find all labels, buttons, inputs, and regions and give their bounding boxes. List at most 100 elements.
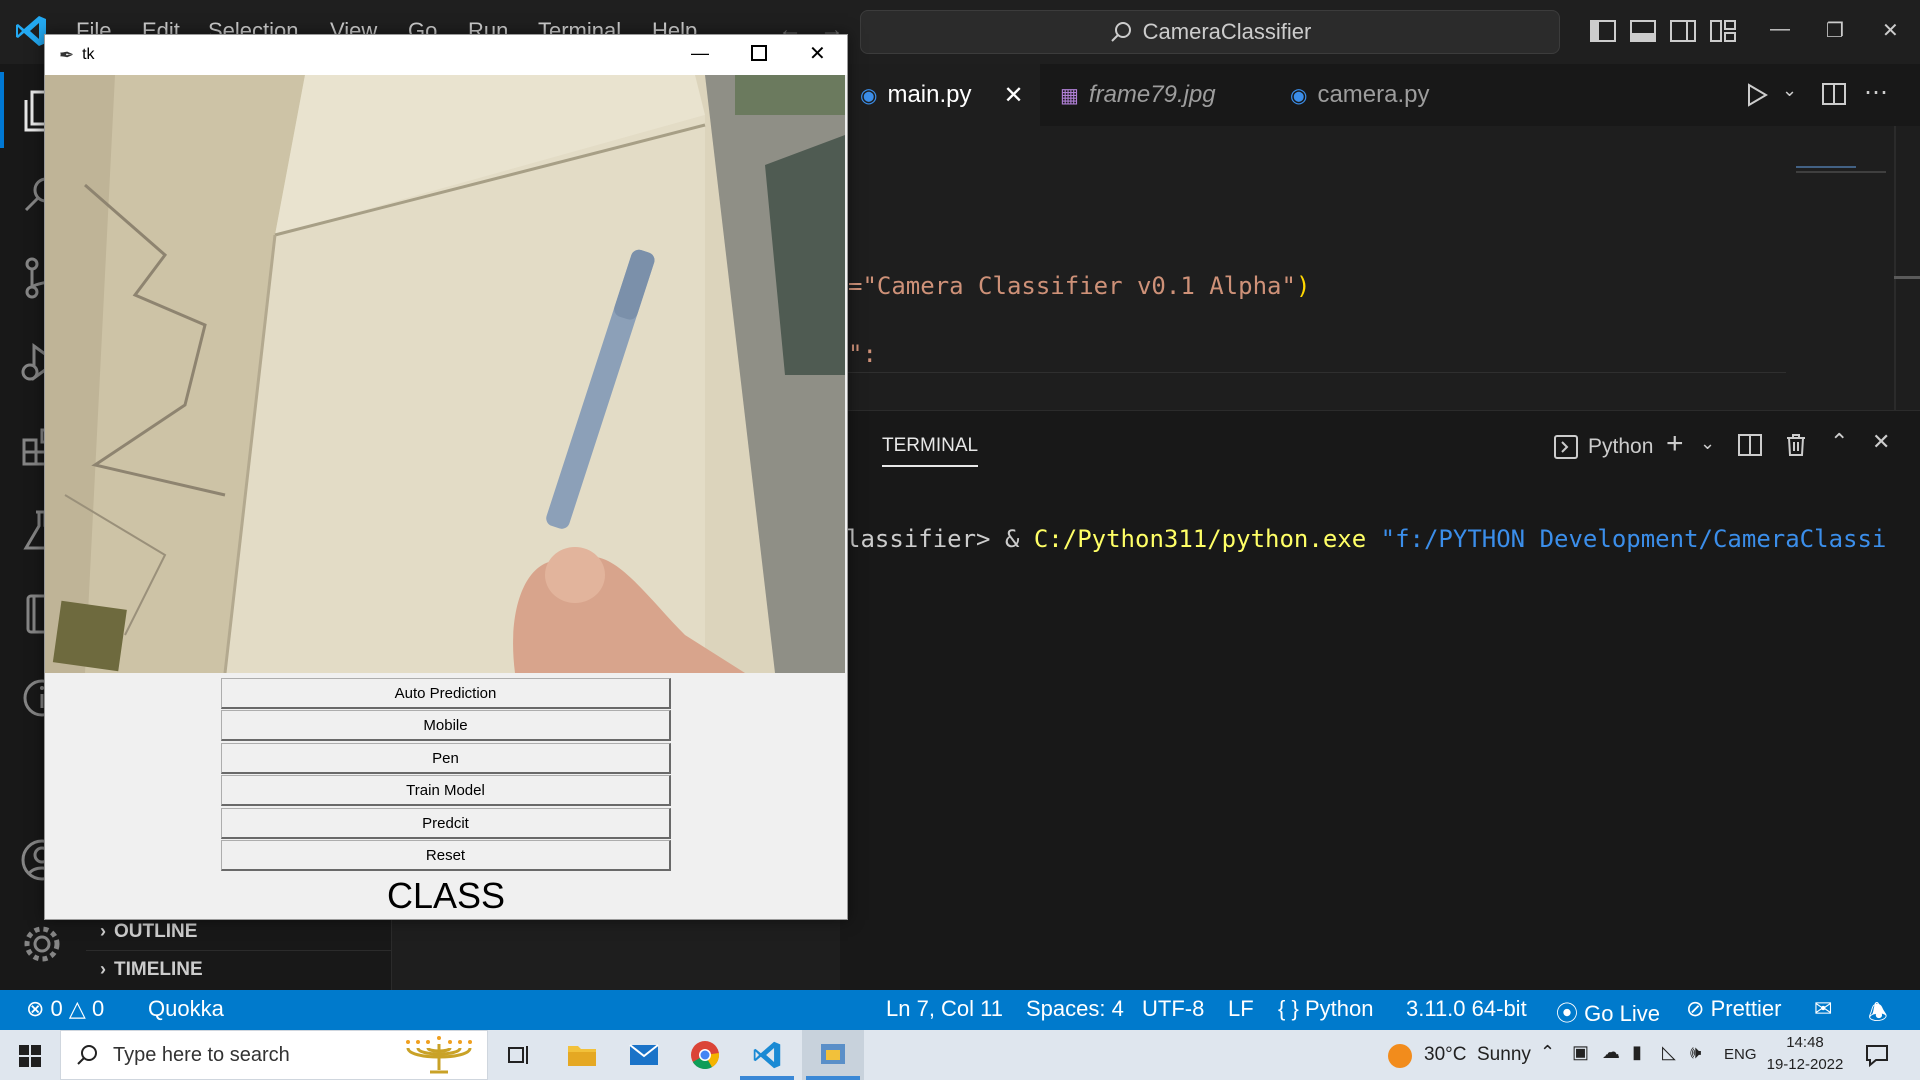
image-icon: ▦ (1060, 84, 1079, 107)
minimize-icon[interactable]: — (1770, 18, 1790, 41)
quokka-status[interactable]: Quokka (148, 996, 224, 1022)
trash-icon[interactable] (1782, 431, 1810, 459)
tab-frame79-jpg[interactable]: ▦ frame79.jpg (1040, 64, 1270, 126)
cursor-position[interactable]: Ln 7, Col 11 (886, 996, 1003, 1022)
toggle-primary-sidebar-icon[interactable] (1588, 16, 1618, 46)
tab-camera-py[interactable]: ◉ camera.py (1270, 64, 1485, 126)
close-window-icon[interactable]: ✕ (1882, 18, 1899, 43)
python-tk-taskbar-button[interactable] (802, 1030, 864, 1080)
tab-label: camera.py (1317, 81, 1430, 108)
maximize-panel-icon[interactable]: ⌃ (1830, 429, 1848, 455)
predict-button[interactable]: Predcit (221, 808, 671, 839)
meet-now-icon[interactable]: ▣ (1572, 1042, 1589, 1063)
wifi-icon[interactable]: ◺ (1662, 1042, 1676, 1063)
scrollbar[interactable] (1894, 126, 1896, 410)
split-editor-icon[interactable] (1820, 80, 1848, 108)
terminal-prompt: lassifier> & (846, 525, 1034, 553)
code-string: ="Camera Classifier v0.1 Alpha" (848, 272, 1296, 300)
minimap[interactable] (1796, 166, 1896, 180)
feedback-icon[interactable]: ✉ (1814, 996, 1832, 1022)
tab-main-py[interactable]: ◉ main.py ✕ (840, 64, 1040, 126)
search-placeholder: Type here to search (113, 1043, 290, 1066)
chevron-down-icon[interactable]: ⌄ (1782, 80, 1797, 101)
language-mode[interactable]: { } Python (1278, 996, 1373, 1022)
notifications-bell-icon[interactable]: 🕭 (1868, 996, 1888, 1034)
class-label: CLASS (386, 875, 506, 916)
tab-label: frame79.jpg (1088, 81, 1216, 108)
tk-minimize-icon[interactable]: — (691, 43, 709, 64)
manage-gear-icon[interactable] (18, 920, 66, 968)
language-label: Python (1304, 996, 1374, 1021)
chrome-icon[interactable] (690, 1040, 720, 1070)
close-panel-icon[interactable]: ✕ (1872, 429, 1890, 455)
timeline-section[interactable]: › TIMELINE (86, 950, 392, 988)
battery-icon[interactable]: ▮ (1632, 1042, 1642, 1063)
status-bar: ⊗ 0 △ 0 Quokka Ln 7, Col 11 Spaces: 4 UT… (0, 990, 1920, 1030)
go-live-status[interactable]: ⦿ Go Live (1556, 996, 1660, 1028)
run-file-icon[interactable] (1744, 82, 1770, 108)
new-terminal-icon[interactable]: + (1666, 427, 1684, 461)
restore-icon[interactable]: ❐ (1826, 18, 1844, 43)
python-app-icon (821, 1044, 845, 1064)
train-model-button[interactable]: Train Model (221, 775, 671, 806)
file-explorer-icon[interactable] (566, 1040, 598, 1070)
language-indicator[interactable]: ENG (1724, 1046, 1757, 1063)
mobile-button[interactable]: Mobile (221, 710, 671, 741)
terminal-exe: C:/Python311/python.exe (1033, 525, 1367, 553)
clock-time[interactable]: 14:48 (1770, 1034, 1840, 1051)
command-center[interactable]: CameraClassifier (860, 10, 1560, 54)
onedrive-icon[interactable]: ☁ (1602, 1042, 1620, 1063)
more-actions-icon[interactable]: ⋯ (1864, 78, 1890, 107)
current-line-highlight (840, 372, 1786, 373)
encoding-status[interactable]: UTF-8 (1142, 996, 1204, 1022)
split-terminal-icon[interactable] (1736, 431, 1764, 459)
customize-layout-icon[interactable] (1708, 16, 1738, 46)
menorah-doodle-icon[interactable] (402, 1034, 476, 1076)
chevron-down-icon[interactable]: ⌄ (1700, 433, 1715, 454)
interpreter-status[interactable]: 3.11.0 64-bit (1406, 996, 1527, 1022)
close-tab-icon[interactable]: ✕ (1004, 81, 1024, 110)
tab-terminal[interactable]: TERMINAL (882, 435, 978, 457)
search-icon (1110, 22, 1131, 42)
scrollbar-thumb[interactable] (1894, 276, 1920, 279)
camera-feed-image (45, 75, 845, 673)
go-live-label: Go Live (1584, 1001, 1660, 1026)
check-circle-icon: ⊘ (1686, 996, 1705, 1021)
code-line: ="Camera Classifier v0.1 Alpha") (848, 272, 1310, 300)
terminal-icon (1554, 435, 1578, 459)
weather-sun-icon[interactable] (1388, 1044, 1412, 1068)
reset-button[interactable]: Reset (221, 840, 671, 871)
tk-title-bar[interactable]: ✒ tk — ✕ (45, 35, 847, 75)
tk-title: tk (82, 46, 95, 63)
problems-status[interactable]: ⊗ 0 △ 0 (26, 996, 104, 1022)
tk-close-icon[interactable]: ✕ (809, 41, 826, 66)
toggle-panel-icon[interactable] (1628, 16, 1658, 46)
chevron-up-icon[interactable]: ⌃ (1540, 1042, 1555, 1063)
mail-icon[interactable] (628, 1042, 660, 1068)
clock-date[interactable]: 19-12-2022 (1764, 1056, 1846, 1073)
code-paren: ) (1295, 272, 1311, 300)
weather-text[interactable]: 30°C Sunny (1424, 1044, 1531, 1066)
error-count: 0 (50, 996, 63, 1021)
active-indicator (0, 72, 4, 148)
tk-maximize-icon[interactable] (751, 45, 767, 61)
braces-icon: { } (1278, 996, 1299, 1021)
windows-start-icon[interactable] (18, 1044, 42, 1068)
search-icon (77, 1045, 97, 1065)
pen-button[interactable]: Pen (221, 743, 671, 774)
editor-area[interactable]: ="Camera Classifier v0.1 Alpha") ": (840, 126, 1920, 410)
volume-icon[interactable]: 🕪 (1690, 1042, 1701, 1063)
terminal-shell-label[interactable]: Python (1588, 435, 1653, 459)
action-center-icon[interactable] (1864, 1042, 1890, 1068)
auto-prediction-button[interactable]: Auto Prediction (221, 678, 671, 709)
chevron-right-icon: › (100, 959, 106, 979)
feather-icon: ✒ (59, 44, 75, 65)
vscode-taskbar-icon[interactable] (752, 1040, 782, 1070)
task-view-icon[interactable] (506, 1042, 532, 1068)
prettier-status[interactable]: ⊘ Prettier (1686, 996, 1781, 1022)
command-center-text: CameraClassifier (1142, 19, 1312, 44)
eol-status[interactable]: LF (1228, 996, 1254, 1022)
python-icon: ◉ (1290, 84, 1308, 107)
indentation-status[interactable]: Spaces: 4 (1026, 996, 1124, 1022)
toggle-secondary-sidebar-icon[interactable] (1668, 16, 1698, 46)
